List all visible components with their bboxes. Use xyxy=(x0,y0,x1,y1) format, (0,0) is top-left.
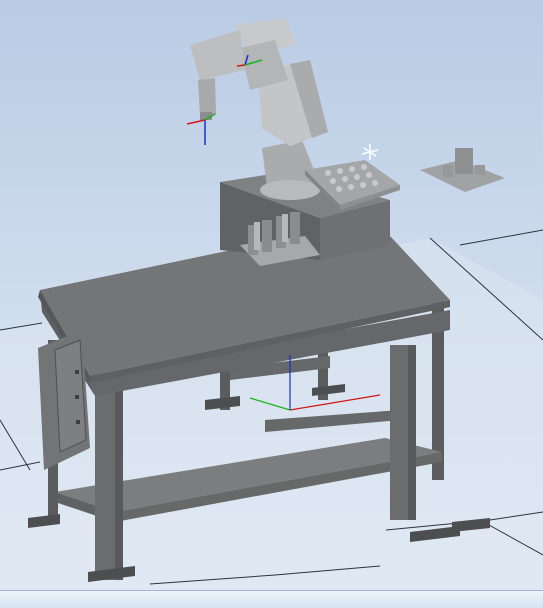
electrical-cabinet[interactable] xyxy=(38,330,90,470)
3d-viewport[interactable] xyxy=(0,0,543,590)
status-bar xyxy=(0,590,543,608)
3d-scene[interactable] xyxy=(0,0,543,590)
